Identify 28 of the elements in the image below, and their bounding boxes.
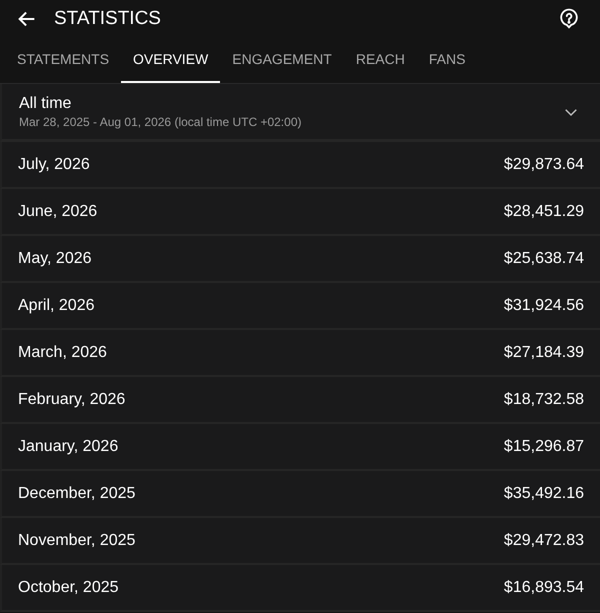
tab[interactable]: FANS xyxy=(416,38,478,83)
amount-value: $27,184.39 xyxy=(504,342,584,362)
page-title: STATISTICS xyxy=(54,6,161,31)
month-label: June, 2026 xyxy=(18,202,98,222)
month-label: January, 2026 xyxy=(18,436,118,456)
month-label: November, 2025 xyxy=(18,530,136,550)
month-label: July, 2026 xyxy=(18,154,90,174)
tab[interactable]: ENGAGEMENT xyxy=(220,38,344,83)
period-range: Mar 28, 2025 - Aug 01, 2026 (local time UTC +02:00) xyxy=(19,114,302,130)
amount-value: $29,472.83 xyxy=(504,530,584,550)
amount-value: $28,451.29 xyxy=(504,202,584,222)
month-label: March, 2026 xyxy=(18,342,107,362)
month-label: December, 2025 xyxy=(18,484,136,504)
tab[interactable]: STATEMENTS xyxy=(5,38,122,83)
amount-value: $16,893.54 xyxy=(504,578,584,598)
amount-value: $31,924.56 xyxy=(504,296,584,316)
amount-value: $35,492.16 xyxy=(504,484,584,504)
month-label: February, 2026 xyxy=(18,390,126,410)
amount-value: $25,638.74 xyxy=(504,248,584,268)
month-label: April, 2026 xyxy=(18,296,94,316)
period-title: All time xyxy=(19,94,72,114)
help-icon[interactable] xyxy=(558,8,580,30)
month-label: May, 2026 xyxy=(18,248,92,268)
amount-value: $29,873.64 xyxy=(504,154,584,174)
month-label: October, 2025 xyxy=(18,578,119,598)
amount-value: $15,296.87 xyxy=(504,436,584,456)
tab[interactable]: REACH xyxy=(344,38,417,83)
amount-value: $18,732.58 xyxy=(504,390,584,410)
